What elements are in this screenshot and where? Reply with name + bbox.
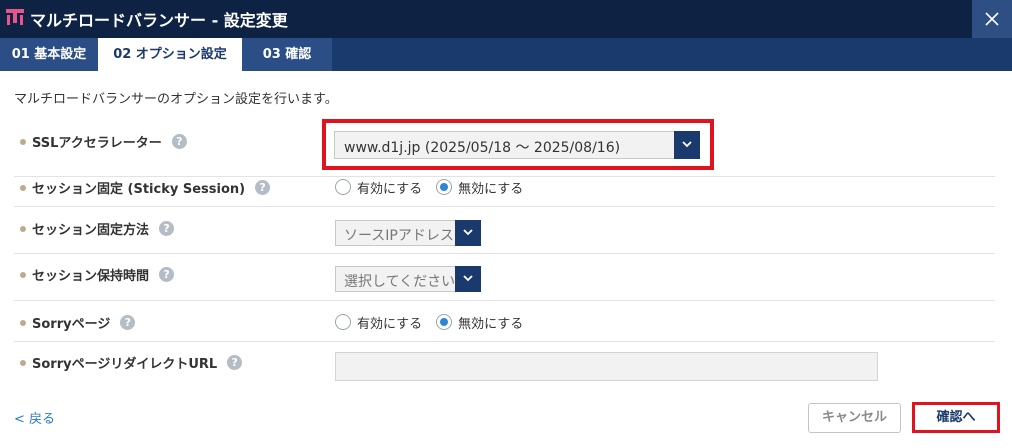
tab-confirm[interactable]: 03 確認 (242, 38, 332, 71)
bullet-icon (20, 359, 26, 366)
sticky-session-label: セッション固定 (Sticky Session) ? (20, 178, 271, 197)
sorry-page-label: Sorryページ ? (20, 313, 136, 332)
session-method-label-text: セッション固定方法 (32, 223, 150, 238)
sticky-enable-radio[interactable] (335, 179, 351, 195)
session-timeout-value: 選択してください (344, 274, 456, 290)
row-divider (14, 206, 995, 207)
sorry-disable-label: 無効にする (458, 316, 524, 332)
window-titlebar: マルチロードバランサー - 設定変更 (0, 0, 1012, 38)
row-divider (14, 300, 995, 301)
bullet-icon (20, 319, 26, 326)
help-icon[interactable]: ? (159, 267, 175, 282)
sticky-enable-label: 有効にする (357, 181, 423, 197)
session-method-label: セッション固定方法 ? (20, 219, 175, 238)
bullet-icon (20, 271, 26, 278)
sorry-page-radio-group: 有効にする 無効にする (335, 313, 524, 332)
ssl-accelerator-label: SSLアクセラレーター ? (20, 132, 187, 151)
window-title: マルチロードバランサー - 設定変更 (30, 11, 288, 30)
session-timeout-label: セッション保持時間 ? (20, 265, 175, 284)
sorry-redirect-label: SorryページリダイレクトURL ? (20, 353, 243, 372)
cancel-button[interactable]: キャンセル (808, 403, 901, 433)
intro-text: マルチロードバランサーのオプション設定を行います。 (14, 92, 338, 107)
sticky-disable-label: 無効にする (458, 181, 524, 197)
dropdown-arrow[interactable] (455, 266, 481, 292)
help-icon[interactable]: ? (120, 315, 136, 330)
help-icon[interactable]: ? (159, 221, 175, 236)
bullet-icon (20, 138, 26, 145)
close-icon (985, 12, 999, 26)
session-timeout-select[interactable]: 選択してください (335, 266, 481, 292)
close-button[interactable] (972, 0, 1012, 38)
help-icon[interactable]: ? (255, 180, 271, 195)
step-tabs: 01 基本設定 02 オプション設定 03 確認 (0, 38, 1012, 71)
dropdown-arrow[interactable] (674, 131, 700, 159)
tab-option-settings[interactable]: 02 オプション設定 (98, 38, 242, 71)
dropdown-arrow[interactable] (455, 220, 481, 246)
sorry-disable-radio[interactable] (436, 314, 453, 330)
chevron-down-icon (463, 275, 473, 282)
ssl-accelerator-label-text: SSLアクセラレーター (32, 136, 162, 151)
app-logo-icon (6, 9, 24, 25)
session-timeout-label-text: セッション保持時間 (32, 269, 150, 284)
bullet-icon (20, 225, 26, 232)
session-method-value: ソースIPアドレス (344, 228, 454, 244)
sorry-page-label-text: Sorryページ (32, 317, 111, 332)
sticky-disable-radio[interactable] (436, 179, 453, 195)
help-icon[interactable]: ? (227, 355, 243, 370)
sticky-session-label-text: セッション固定 (Sticky Session) (32, 182, 246, 197)
chevron-down-icon (463, 229, 473, 236)
sorry-redirect-url-input[interactable] (335, 352, 878, 381)
confirm-button[interactable]: 確認へ (917, 406, 995, 430)
row-divider (14, 341, 995, 342)
sticky-session-radio-group: 有効にする 無効にする (335, 178, 524, 197)
session-method-select[interactable]: ソースIPアドレス (335, 220, 481, 246)
bullet-icon (20, 184, 26, 191)
tab-basic-settings[interactable]: 01 基本設定 (0, 38, 98, 71)
row-divider (14, 253, 995, 254)
ssl-accelerator-select[interactable]: www.d1j.jp (2025/05/18 ～ 2025/08/16) (334, 131, 700, 159)
ssl-accelerator-value: www.d1j.jp (2025/05/18 ～ 2025/08/16) (344, 140, 621, 156)
back-link[interactable]: < 戻る (14, 408, 55, 427)
sorry-enable-radio[interactable] (335, 314, 351, 330)
help-icon[interactable]: ? (171, 134, 187, 149)
chevron-down-icon (682, 141, 692, 148)
sorry-enable-label: 有効にする (357, 316, 423, 332)
sorry-redirect-label-text: SorryページリダイレクトURL (32, 357, 218, 372)
